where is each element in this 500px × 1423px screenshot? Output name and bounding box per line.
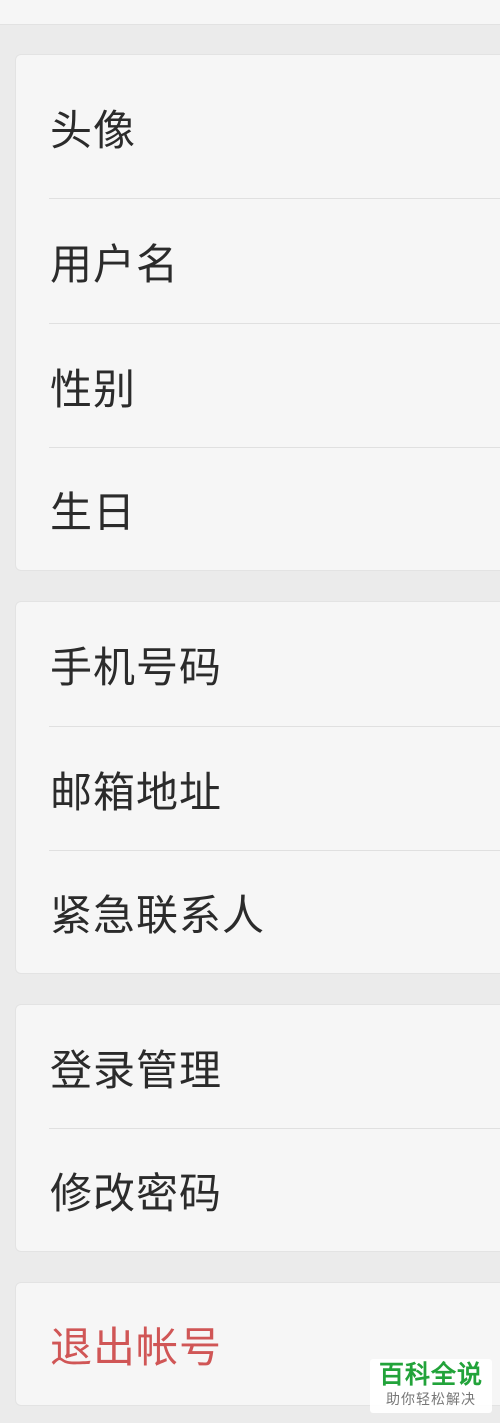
row-email[interactable]: 邮箱地址 (16, 727, 500, 851)
security-section: 登录管理 修改密码 (15, 1004, 500, 1252)
contact-section: 手机号码 邮箱地址 紧急联系人 (15, 601, 500, 974)
watermark-logo: 百科全说 助你轻松解决 (370, 1359, 492, 1413)
row-phone-label: 手机号码 (50, 643, 223, 692)
row-username[interactable]: 用户名 (16, 199, 500, 324)
row-emergency-contact[interactable]: 紧急联系人 (16, 851, 500, 973)
profile-section: 头像 用户名 性别 生日 (15, 54, 500, 571)
row-change-password-label: 修改密码 (50, 1168, 223, 1218)
logout-button-label: 退出帐号 (50, 1322, 223, 1372)
row-birthday-label: 生日 (50, 487, 137, 537)
row-gender-label: 性别 (50, 364, 137, 414)
row-email-label: 邮箱地址 (50, 767, 223, 817)
top-bar (0, 0, 500, 25)
row-login-management-label: 登录管理 (50, 1045, 223, 1095)
row-avatar-label: 头像 (50, 105, 137, 155)
row-birthday[interactable]: 生日 (16, 448, 500, 570)
watermark-title: 百科全说 (378, 1360, 483, 1389)
row-change-password[interactable]: 修改密码 (16, 1129, 500, 1251)
row-avatar[interactable]: 头像 (16, 55, 500, 199)
row-emergency-contact-label: 紧急联系人 (50, 890, 266, 940)
row-phone[interactable]: 手机号码 (16, 602, 500, 727)
watermark-subtitle: 助你轻松解决 (386, 1392, 476, 1408)
row-gender[interactable]: 性别 (16, 324, 500, 448)
row-username-label: 用户名 (50, 240, 180, 289)
row-login-management[interactable]: 登录管理 (16, 1005, 500, 1129)
